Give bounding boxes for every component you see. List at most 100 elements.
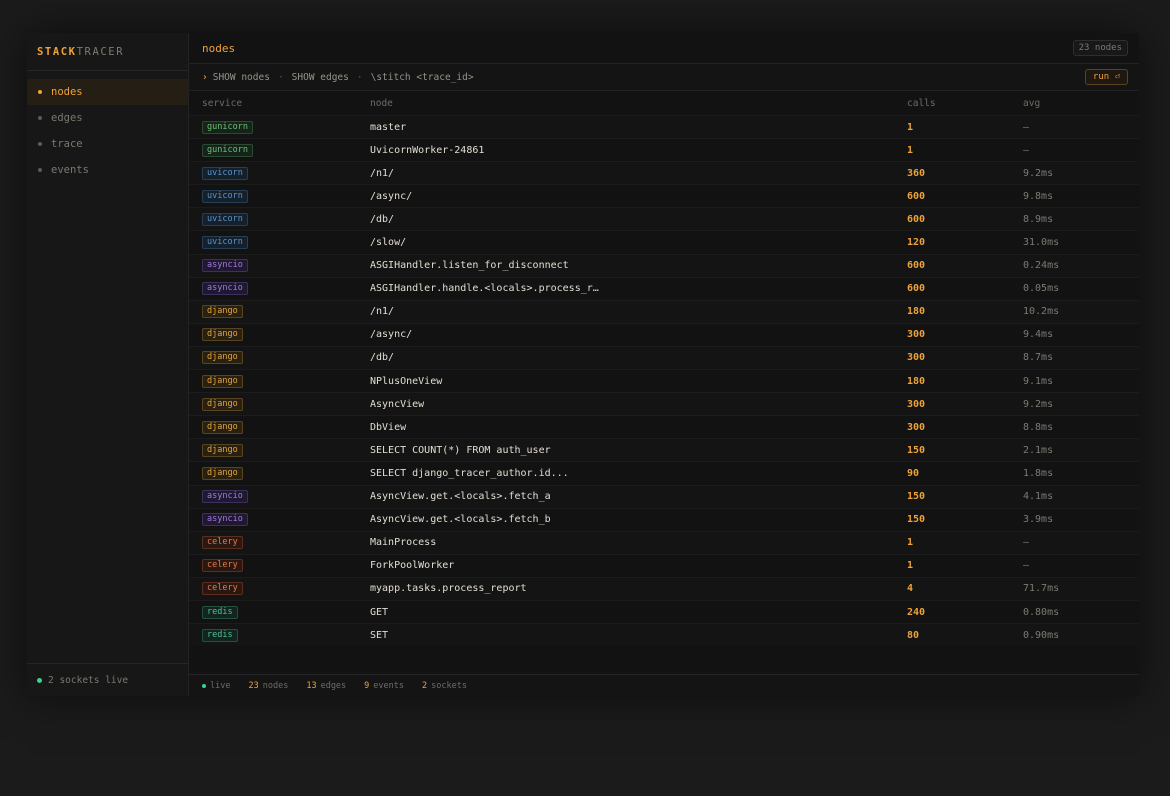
service-badge: django	[202, 328, 243, 342]
sidebar-nav: nodes edges trace events	[27, 79, 188, 183]
calls-value: 80	[907, 629, 920, 641]
service-cell: asyncio	[202, 282, 370, 296]
column-header-node[interactable]: node	[370, 98, 907, 109]
run-button[interactable]: run ⏎	[1084, 69, 1128, 85]
service-cell: asyncio	[202, 259, 370, 273]
live-dot-icon	[202, 683, 206, 688]
service-cell: uvicorn	[202, 212, 370, 226]
table-body: gunicorn master 1 — gunicorn UvicornWorker-24…	[189, 115, 1139, 647]
column-header-avg[interactable]: avg	[1023, 98, 1123, 109]
node-name: DbView	[370, 421, 407, 433]
table-row[interactable]: django NPlusOneView 180 9.1ms	[189, 369, 1139, 392]
table-row[interactable]: django SELECT django_tracer_author.id... 9…	[189, 461, 1139, 484]
bullet-icon	[38, 90, 42, 94]
calls-value: 150	[907, 444, 926, 456]
table-row[interactable]: django/async/300 9.4ms	[189, 322, 1139, 346]
service-badge: gunicorn	[202, 143, 253, 157]
table-row[interactable]: django DbView 300 8.8ms	[189, 415, 1139, 438]
table-row[interactable]: celery myapp.tasks.process_report 4 71.7ms	[189, 576, 1139, 600]
node-name: SELECT COUNT(*) FROM auth_user	[370, 444, 551, 456]
service-cell: asyncio	[202, 490, 370, 504]
node-name: /n1/	[370, 306, 395, 318]
service-badge: gunicorn	[202, 120, 253, 134]
table-row[interactable]: gunicorn master 1 —	[189, 115, 1139, 139]
service-badge: asyncio	[202, 513, 248, 527]
table-row[interactable]: django SELECT COUNT(*) FROM auth_user 150 2…	[189, 438, 1139, 462]
sidebar-item-edges[interactable]: edges	[27, 105, 188, 131]
node-name: SELECT django_tracer_author.id...	[370, 467, 569, 479]
node-name: myapp.tasks.process_report	[370, 583, 527, 595]
column-header-service[interactable]: service	[202, 98, 370, 109]
status-nodes: 23 nodes	[248, 681, 288, 691]
query-separator: ·	[277, 71, 284, 83]
node-name: /async/	[370, 329, 413, 341]
node-name: MainProcess	[370, 537, 437, 549]
calls-value: 1	[907, 144, 914, 156]
table-row[interactable]: gunicorn UvicornWorker-24861 1 —	[189, 138, 1139, 161]
sidebar-item-label: edges	[51, 112, 83, 124]
calls-value: 90	[907, 467, 920, 479]
table-row[interactable]: django AsyncView 300 9.2ms	[189, 392, 1139, 416]
table-header: service node calls avg	[189, 91, 1139, 115]
service-badge: uvicorn	[202, 166, 248, 180]
table-row[interactable]: asyncio ASGIHandler.handle.<locals>.proce…	[189, 276, 1139, 300]
table-row[interactable]: uvicorn/slow/120 31.0ms	[189, 230, 1139, 253]
column-header-calls[interactable]: calls	[907, 98, 1023, 109]
service-badge: celery	[202, 536, 243, 550]
status-edges: 13 edges	[306, 681, 346, 691]
calls-value: 4	[907, 583, 914, 595]
page-title: nodes	[202, 41, 236, 55]
service-badge: django	[202, 374, 243, 388]
query-command-stitch: \stitch <trace_id>	[370, 71, 474, 83]
avg-value: 2.1ms	[1023, 444, 1054, 456]
avg-value: —	[1023, 121, 1030, 133]
table-row[interactable]: redis SET 80 0.90ms	[189, 623, 1139, 647]
brand-part-1: STACK	[37, 45, 77, 58]
service-cell: redis	[202, 605, 370, 619]
table-row[interactable]: asyncio ASGIHandler.listen_for_disconnect…	[189, 253, 1139, 277]
table-row[interactable]: redis GET 240 0.80ms	[189, 599, 1139, 623]
table-row[interactable]: django/n1/180 10.2ms	[189, 299, 1139, 323]
table-row[interactable]: uvicorn/n1/360 9.2ms	[189, 161, 1139, 185]
table-row[interactable]: django/db/300 8.7ms	[189, 345, 1139, 370]
calls-value: 150	[907, 514, 926, 526]
avg-value: 9.4ms	[1023, 329, 1054, 341]
sidebar-item-label: trace	[51, 138, 83, 150]
service-badge: django	[202, 305, 243, 319]
node-name: ForkPoolWorker	[370, 560, 455, 572]
calls-value: 120	[907, 237, 926, 249]
table-row[interactable]: uvicorn/async/600 9.8ms	[189, 184, 1139, 207]
service-cell: django	[202, 305, 370, 319]
avg-value: 0.90ms	[1023, 629, 1060, 641]
status-sockets-count: 2	[422, 680, 428, 691]
calls-value: 1	[907, 560, 914, 572]
service-cell: uvicorn	[202, 166, 370, 180]
table-row[interactable]: celery MainProcess 1 —	[189, 530, 1139, 554]
table-row[interactable]: celery ForkPoolWorker 1 —	[189, 553, 1139, 577]
sidebar-item-nodes[interactable]: nodes	[27, 79, 188, 105]
service-badge: uvicorn	[202, 212, 248, 226]
calls-value: 300	[907, 398, 926, 410]
service-cell: django	[202, 374, 370, 388]
service-badge: django	[202, 351, 243, 365]
calls-value: 300	[907, 329, 926, 341]
sidebar-item-label: nodes	[51, 86, 83, 98]
table-row[interactable]: asyncio AsyncView.get.<locals>.fetch_b 150…	[189, 507, 1139, 531]
service-badge: uvicorn	[202, 236, 248, 250]
avg-value: 9.1ms	[1023, 375, 1054, 387]
calls-value: 150	[907, 491, 926, 503]
node-name: /n1/	[370, 167, 395, 179]
table-row[interactable]: uvicorn/db/600 8.9ms	[189, 207, 1139, 231]
avg-value: 0.80ms	[1023, 606, 1060, 618]
query-input[interactable]: › SHOW nodes · SHOW edges · \stitch <trace_id…	[202, 72, 474, 83]
service-cell: uvicorn	[202, 236, 370, 250]
avg-value: —	[1023, 144, 1030, 156]
sidebar-item-events[interactable]: events	[27, 157, 188, 183]
node-name: ASGIHandler.listen_for_disconnect	[370, 260, 569, 272]
bullet-icon	[38, 142, 42, 146]
table-row[interactable]: asyncio AsyncView.get.<locals>.fetch_a 150…	[189, 484, 1139, 508]
calls-value: 180	[907, 375, 926, 387]
main-panel: nodes 23 nodes › SHOW nodes · SHOW edges · \s…	[189, 33, 1139, 696]
sidebar-item-trace[interactable]: trace	[27, 131, 188, 157]
bullet-icon	[38, 116, 42, 120]
